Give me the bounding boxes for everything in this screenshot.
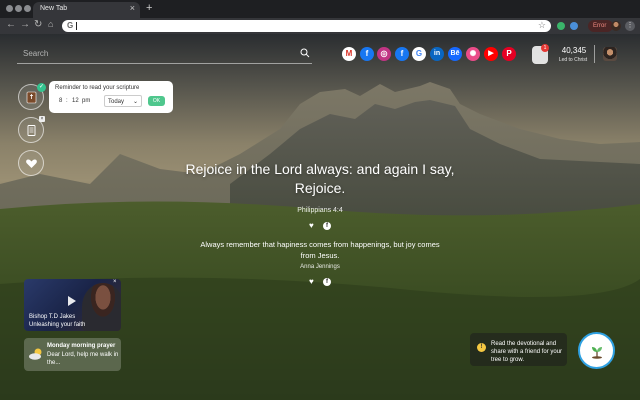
sprout-icon — [592, 347, 602, 359]
profile-error-chip[interactable]: Error — [588, 20, 613, 32]
gmail-icon[interactable]: M — [342, 47, 356, 61]
prayer-card[interactable]: Monday morning prayer Dear Lord, help me… — [24, 338, 121, 371]
heart-icon — [26, 159, 37, 168]
error-label: Error — [593, 23, 607, 29]
tab-new-tab[interactable]: New Tab × — [33, 2, 140, 18]
window-close-control[interactable] — [6, 5, 13, 12]
video-title-line: Bishop T.D Jakes — [29, 314, 76, 320]
window-maximize-control[interactable] — [24, 5, 31, 12]
facebook-share-icon[interactable]: f — [323, 278, 331, 286]
reminder-hour[interactable]: 8 — [59, 95, 62, 107]
verse-reference: Philippians 4:4 — [297, 207, 343, 214]
profile-avatar[interactable] — [611, 21, 621, 31]
video-title: Bishop T.D Jakes Unleashing your faith — [29, 313, 85, 329]
prayer-text: Dear Lord, help me walk in the... — [47, 352, 119, 366]
chevron-down-icon: ⌄ — [132, 99, 138, 105]
new-tab-button[interactable]: + — [146, 2, 152, 14]
header-divider — [594, 45, 595, 63]
tree-button[interactable] — [578, 332, 615, 369]
text-caret — [76, 22, 77, 30]
video-subtitle-line: Unleashing your faith — [29, 322, 86, 328]
browser-menu-icon[interactable]: ⋮ — [625, 21, 635, 31]
secondary-quote-text: Always remember that hapiness comes from… — [200, 240, 440, 260]
reminder-title: Reminder to read your scripture — [55, 85, 140, 91]
browser-toolbar: ← → ↻ ⌂ G ☆ Error ⋮ — [0, 18, 640, 34]
partly-cloudy-icon — [29, 348, 42, 360]
video-card[interactable]: Bishop T.D Jakes Unleashing your faith — [24, 279, 121, 331]
scripture-reminder-popup: Reminder to read your scripture 8 : 12 p… — [49, 81, 173, 113]
search-icon[interactable] — [300, 48, 310, 58]
time-separator: : — [66, 98, 68, 104]
search-bar — [17, 44, 312, 64]
reload-icon[interactable]: ↻ — [34, 19, 42, 30]
browser-tab-bar: New Tab × + — [0, 0, 640, 18]
tab-close-icon[interactable]: × — [130, 3, 135, 13]
reminder-day-value: Today — [108, 99, 125, 105]
address-bar[interactable]: G ☆ — [62, 20, 551, 32]
tab-title: New Tab — [40, 5, 68, 12]
user-avatar[interactable] — [603, 47, 617, 61]
verse-text: Rejoice in the Lord always: and again I … — [185, 161, 455, 196]
close-icon[interactable]: × — [113, 279, 117, 285]
heart-icon[interactable]: ♥ — [309, 221, 314, 230]
bible-icon — [26, 91, 37, 104]
dribbble-icon[interactable]: ✺ — [466, 47, 480, 61]
instagram-icon[interactable]: ◎ — [377, 47, 391, 61]
youtube-icon[interactable]: ▶ — [484, 47, 498, 61]
close-icon[interactable]: × — [39, 116, 45, 122]
facebook-icon[interactable]: f — [360, 47, 374, 61]
notification-badge: 1 — [541, 44, 549, 52]
document-icon — [27, 125, 36, 136]
window-minimize-control[interactable] — [15, 5, 22, 12]
home-icon[interactable]: ⌂ — [48, 19, 53, 29]
warning-icon: ! — [477, 343, 486, 352]
extension-icon[interactable] — [557, 22, 565, 30]
extension-icon[interactable] — [570, 22, 578, 30]
pinterest-icon[interactable]: P — [502, 47, 516, 61]
reminder-minute[interactable]: 12 — [72, 95, 79, 107]
tree-instructions: Read the devotional and share with a fri… — [491, 341, 563, 363]
heart-icon[interactable]: ♥ — [309, 277, 314, 286]
forward-arrow-icon[interactable]: → — [20, 19, 30, 30]
google-icon: G — [67, 21, 74, 30]
linkedin-icon[interactable]: in — [430, 47, 444, 61]
search-input[interactable] — [23, 47, 283, 60]
secondary-quote-author: Anna Jennings — [300, 264, 340, 270]
check-icon: ✓ — [37, 83, 46, 92]
google-icon[interactable]: G — [412, 47, 426, 61]
led-to-christ-label: Led to Christ — [558, 57, 588, 63]
bookmark-star-icon[interactable]: ☆ — [538, 20, 546, 31]
behance-icon[interactable]: Bē — [448, 47, 462, 61]
favorites-button[interactable] — [18, 150, 44, 176]
facebook-share-icon[interactable]: f — [323, 222, 331, 230]
led-to-christ-count: 40,345 — [561, 46, 587, 55]
back-arrow-icon[interactable]: ← — [6, 19, 16, 30]
reminder-period[interactable]: pm — [82, 95, 90, 107]
video-thumbnail — [82, 283, 121, 331]
play-icon[interactable] — [68, 296, 76, 306]
reminder-day-select[interactable]: Today ⌄ — [104, 95, 142, 107]
prayer-title: Monday morning prayer — [47, 343, 116, 349]
facebook-icon[interactable]: f — [395, 47, 409, 61]
reminder-ok-button[interactable]: OK — [148, 96, 165, 106]
